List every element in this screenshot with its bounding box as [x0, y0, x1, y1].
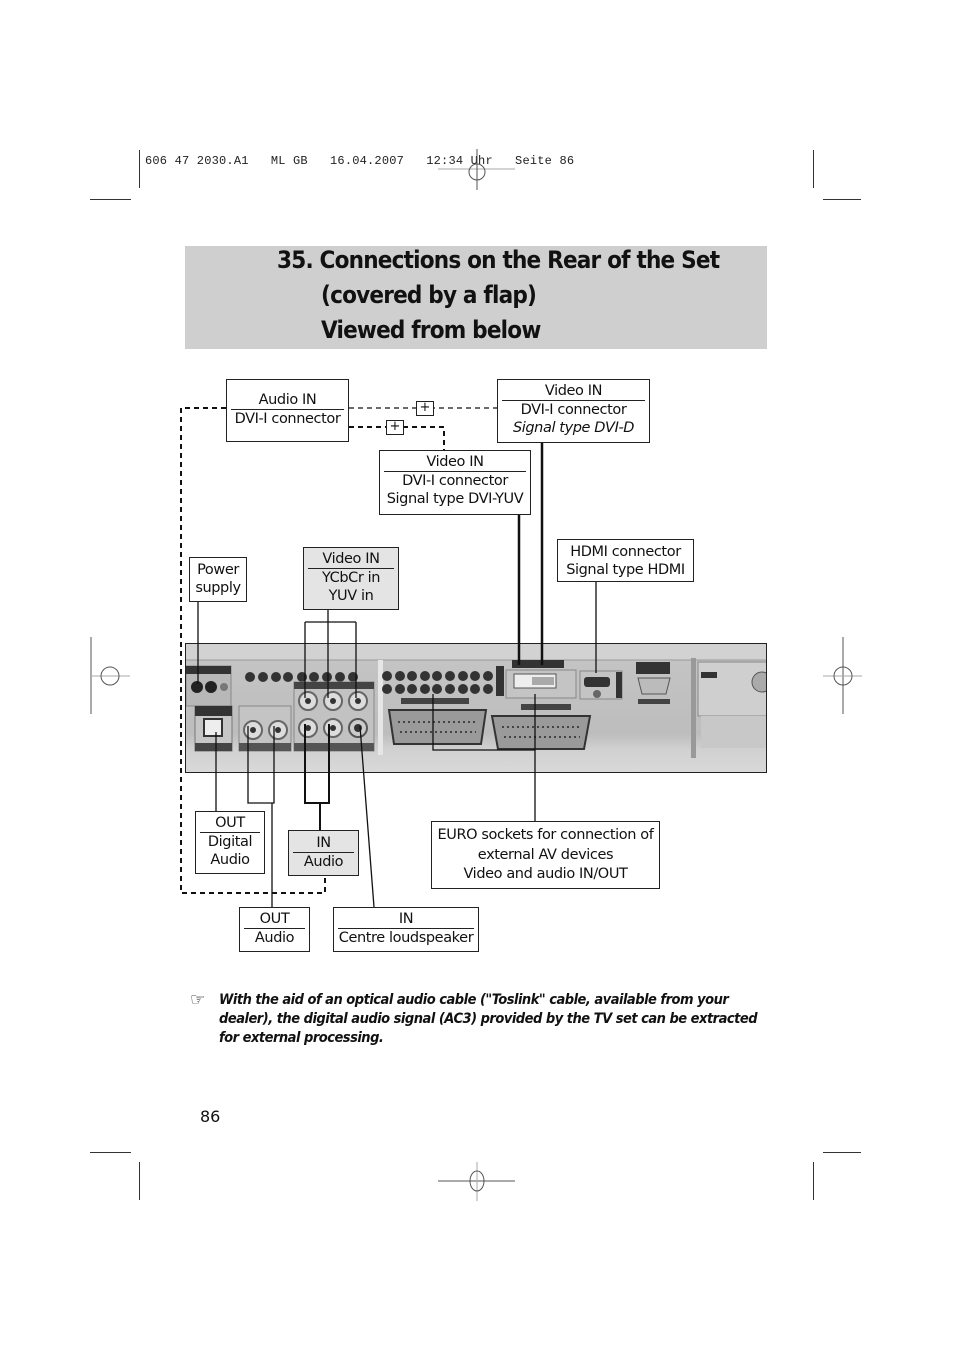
label-head: OUT: [200, 814, 260, 833]
plus-connector: +: [416, 401, 434, 416]
page-number: 86: [200, 1107, 221, 1126]
label-sub: DVI-I connector: [520, 402, 627, 418]
label-sub: YUV in: [328, 588, 374, 604]
label-out-audio: OUT Audio: [239, 907, 310, 952]
label-euro-sockets: EURO sockets for connection of external …: [431, 821, 660, 889]
label-video-in-dvi-yuv: Video IN DVI-I connector Signal type DVI…: [379, 450, 531, 515]
label-head: Video IN: [502, 382, 645, 401]
label-head: Video IN: [308, 550, 394, 569]
label-sub: DVI-I connector: [234, 411, 341, 427]
label-head: IN: [338, 910, 474, 929]
label-line: Video and audio IN/OUT: [463, 866, 628, 882]
plus-connector: +: [386, 420, 404, 435]
label-head: IN: [293, 834, 354, 853]
line-centre: [359, 725, 375, 908]
label-line: EURO sockets for connection of: [437, 827, 654, 843]
label-sub: Audio: [210, 852, 250, 868]
line-euro: [432, 694, 536, 821]
label-in-audio: IN Audio: [288, 830, 359, 876]
label-head: Video IN: [384, 453, 526, 472]
label-sub: YCbCr in: [321, 570, 381, 586]
label-in-centre-loudspeaker: IN Centre loudspeaker: [333, 907, 479, 952]
label-sub: Audio: [254, 930, 295, 946]
label-video-in-ycbcr: Video IN YCbCr in YUV in: [303, 547, 399, 610]
label-line: HDMI connector: [570, 544, 681, 560]
label-sub: Centre loudspeaker: [338, 930, 474, 946]
pointing-hand-icon: ☞: [190, 990, 206, 1010]
line-audio-in: [304, 724, 330, 830]
label-sub: DVI-I connector: [402, 473, 508, 489]
label-sub: Digital: [207, 834, 253, 850]
label-line: Signal type HDMI: [566, 562, 685, 578]
label-hdmi: HDMI connector Signal type HDMI: [557, 539, 694, 582]
label-video-in-dvi-d: Video IN DVI-I connector Signal type DVI…: [497, 379, 650, 443]
label-out-digital-audio: OUT Digital Audio: [195, 811, 265, 874]
label-head: Audio IN: [231, 391, 344, 410]
label-line: supply: [195, 580, 241, 596]
label-line: Power: [197, 562, 239, 578]
connector-lines: [180, 407, 597, 908]
label-line: external AV devices: [477, 846, 614, 863]
label-signal-type: Signal type DVI-YUV: [386, 491, 524, 507]
label-signal-type: Signal type DVI-D: [512, 420, 635, 436]
label-audio-in-dvi: Audio IN DVI-I connector: [226, 379, 349, 442]
note-text: With the aid of an optical audio cable (…: [219, 992, 758, 1046]
label-power-supply: Power supply: [189, 557, 247, 602]
label-sub: Audio: [303, 854, 344, 870]
label-head: OUT: [244, 910, 305, 929]
line-ycbcr: [304, 610, 357, 698]
